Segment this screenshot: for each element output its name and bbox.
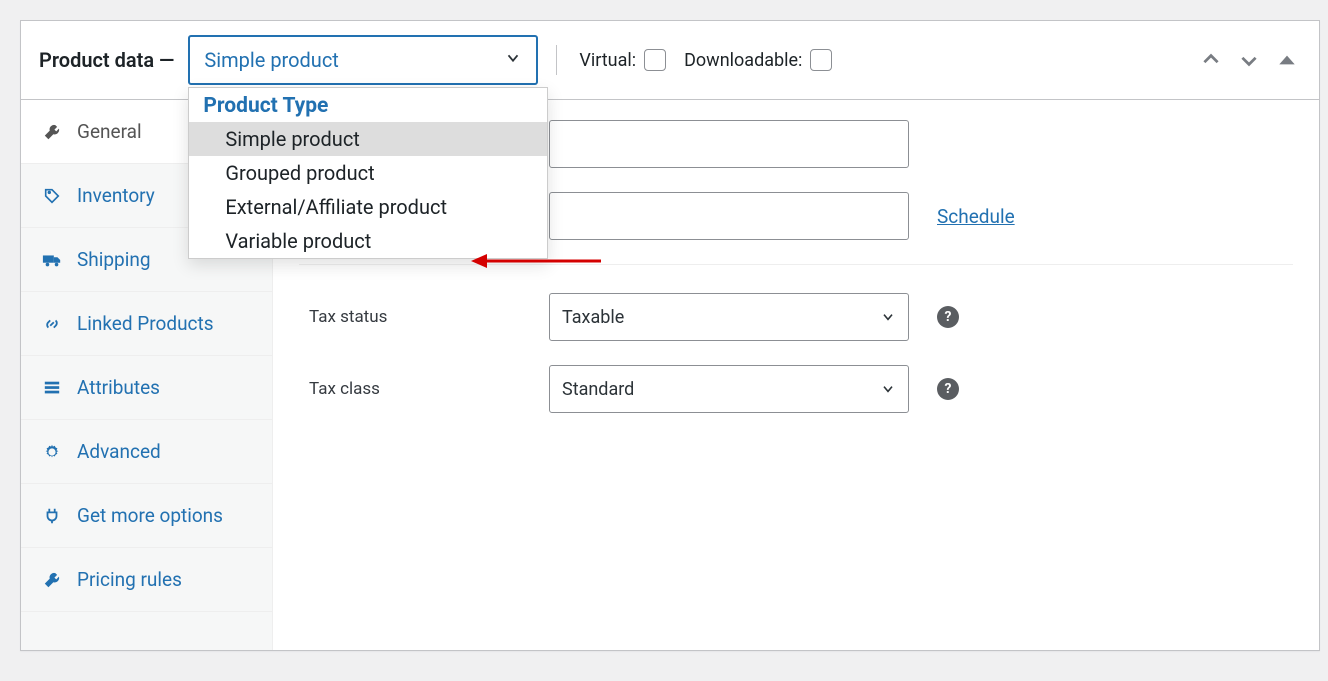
tab-label: Shipping — [77, 248, 151, 271]
virtual-checkbox-group[interactable]: Virtual: — [579, 49, 666, 71]
wrench-icon — [41, 569, 63, 591]
header-checkbox-row: Virtual: Downloadable: — [552, 45, 832, 75]
product-data-panel: Product data — Simple product Product Ty… — [20, 20, 1320, 651]
tax-status-select[interactable]: Taxable — [549, 293, 909, 341]
plug-icon — [41, 505, 63, 527]
product-type-select[interactable]: Simple product — [188, 35, 538, 85]
chevron-down-icon — [504, 48, 522, 72]
panel-title: Product data — — [39, 48, 174, 72]
collapse-icon[interactable] — [1273, 46, 1301, 74]
tax-status-value: Taxable — [562, 307, 624, 328]
virtual-checkbox[interactable] — [644, 49, 666, 71]
tax-class-label: Tax class — [299, 379, 529, 399]
tax-status-label: Tax status — [299, 307, 529, 327]
link-icon — [41, 313, 63, 335]
tab-label: Linked Products — [77, 312, 214, 335]
truck-icon — [41, 249, 63, 271]
tab-label: Attributes — [77, 376, 160, 399]
sidebar-tab-get-more[interactable]: Get more options — [21, 484, 272, 548]
tab-label: Pricing rules — [77, 568, 182, 591]
dropdown-item-external[interactable]: External/Affiliate product — [189, 190, 547, 224]
product-type-select-wrap: Simple product Product Type Simple produ… — [188, 35, 538, 85]
separator — [556, 45, 557, 75]
downloadable-label: Downloadable: — [684, 50, 802, 71]
header-icons — [1197, 46, 1301, 74]
regular-price-input[interactable] — [549, 120, 909, 168]
sidebar-tab-attributes[interactable]: Attributes — [21, 356, 272, 420]
downloadable-checkbox[interactable] — [810, 49, 832, 71]
list-icon — [41, 377, 63, 399]
panel-header: Product data — Simple product Product Ty… — [21, 21, 1319, 100]
product-type-value: Simple product — [204, 48, 338, 72]
help-icon[interactable]: ? — [937, 378, 959, 400]
move-down-icon[interactable] — [1235, 46, 1263, 74]
dropdown-item-grouped[interactable]: Grouped product — [189, 156, 547, 190]
dropdown-group-label: Product Type — [189, 88, 547, 122]
move-up-icon[interactable] — [1197, 46, 1225, 74]
dropdown-item-variable[interactable]: Variable product — [189, 224, 547, 258]
sidebar-tab-linked[interactable]: Linked Products — [21, 292, 272, 356]
schedule-link[interactable]: Schedule — [937, 205, 1015, 228]
tax-class-row: Tax class Standard ? — [299, 365, 1293, 413]
tab-label: General — [77, 120, 142, 143]
tab-label: Inventory — [77, 184, 155, 207]
tax-class-value: Standard — [562, 379, 634, 400]
sale-price-input[interactable] — [549, 192, 909, 240]
tax-status-row: Tax status Taxable ? — [299, 293, 1293, 341]
divider — [299, 264, 1293, 265]
downloadable-checkbox-group[interactable]: Downloadable: — [684, 49, 832, 71]
chevron-down-icon — [880, 309, 896, 325]
gear-icon — [41, 441, 63, 463]
virtual-label: Virtual: — [579, 50, 636, 71]
product-type-dropdown: Product Type Simple product Grouped prod… — [188, 87, 548, 259]
tab-label: Advanced — [77, 440, 161, 463]
sidebar-tab-pricing[interactable]: Pricing rules — [21, 548, 272, 612]
tab-label: Get more options — [77, 504, 223, 527]
help-icon[interactable]: ? — [937, 306, 959, 328]
tax-class-select[interactable]: Standard — [549, 365, 909, 413]
chevron-down-icon — [880, 381, 896, 397]
tag-icon — [41, 185, 63, 207]
sidebar-tab-advanced[interactable]: Advanced — [21, 420, 272, 484]
wrench-icon — [41, 121, 63, 143]
dropdown-item-simple[interactable]: Simple product — [189, 122, 547, 156]
